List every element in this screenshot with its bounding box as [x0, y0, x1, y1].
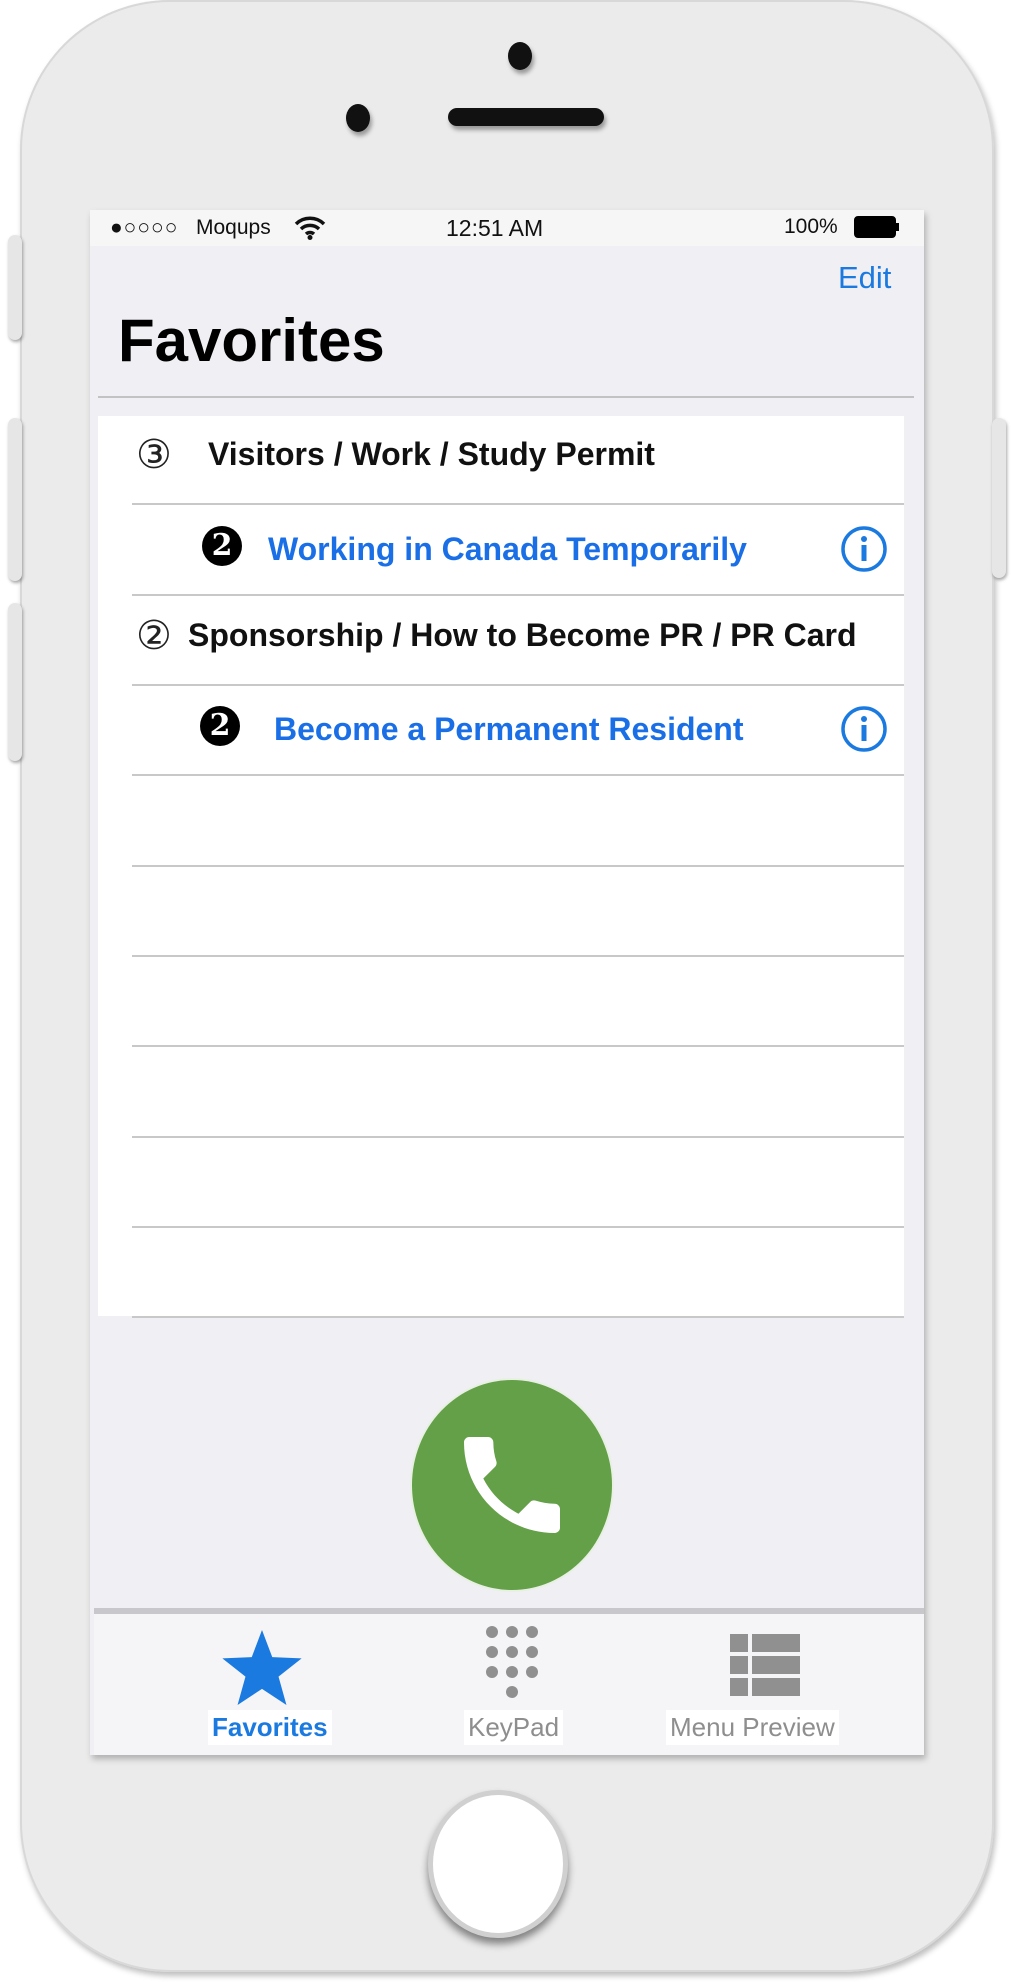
row-separator: [132, 774, 904, 776]
list-item-row[interactable]: 2 Working in Canada Temporarily: [98, 507, 904, 596]
battery-icon: [854, 216, 899, 238]
row-separator: [132, 594, 904, 596]
signal-strength: ●○○○○: [110, 216, 179, 239]
list-section-row[interactable]: ③ Visitors / Work / Study Permit: [98, 416, 904, 505]
section-label: Sponsorship / How to Become PR / PR Card: [188, 617, 857, 653]
row-separator: [132, 955, 904, 957]
power-button: [992, 418, 1006, 578]
row-separator: [132, 1045, 904, 1047]
empty-row: [98, 1229, 904, 1318]
proximity-sensor: [346, 104, 370, 132]
empty-row: [98, 958, 904, 1047]
row-separator: [132, 1136, 904, 1138]
item-number: 2: [200, 706, 240, 746]
favorites-list: ③ Visitors / Work / Study Permit 2 Worki…: [98, 416, 904, 1318]
section-label: Visitors / Work / Study Permit: [208, 436, 655, 472]
status-time: 12:51 AM: [446, 215, 544, 241]
earpiece-speaker: [448, 108, 604, 126]
screen: ●○○○○ Moqups 12:51 AM 100% Edit Favorite…: [90, 210, 924, 1755]
list-section-row[interactable]: ② Sponsorship / How to Become PR / PR Ca…: [98, 597, 904, 686]
tab-label: Menu Preview: [666, 1710, 839, 1745]
battery-percent: 100%: [784, 215, 838, 238]
item-label: Become a Permanent Resident: [274, 711, 744, 747]
item-number: 2: [202, 526, 242, 566]
home-button[interactable]: [428, 1790, 568, 1938]
keypad-icon: [486, 1626, 538, 1698]
tab-keypad[interactable]: KeyPad: [464, 1614, 594, 1755]
front-camera: [508, 42, 532, 70]
call-button[interactable]: [412, 1380, 612, 1590]
volume-down-button: [8, 603, 22, 761]
tab-favorites[interactable]: Favorites: [164, 1614, 364, 1755]
list-grid-icon: [730, 1634, 800, 1696]
empty-row: [98, 868, 904, 957]
volume-up-button: [8, 418, 22, 581]
header-divider: [98, 396, 914, 398]
carrier-name: Moqups: [196, 216, 271, 239]
tab-label: KeyPad: [464, 1710, 564, 1745]
row-separator: [132, 684, 904, 686]
empty-row: [98, 778, 904, 867]
edit-button[interactable]: Edit: [838, 260, 891, 296]
phone-icon: [464, 1437, 560, 1533]
info-icon[interactable]: [840, 525, 888, 573]
tab-menu-preview[interactable]: Menu Preview: [666, 1614, 880, 1755]
star-icon: [222, 1630, 302, 1706]
row-separator: [132, 1316, 904, 1318]
row-separator: [132, 503, 904, 505]
empty-row: [98, 1049, 904, 1138]
list-item-row[interactable]: 2 Become a Permanent Resident: [98, 687, 904, 776]
section-number: ③: [136, 433, 172, 477]
tab-bar: Favorites KeyPad Menu Preview: [94, 1614, 924, 1755]
wifi-icon: [294, 216, 326, 240]
section-number: ②: [136, 614, 172, 658]
mute-switch: [8, 235, 22, 340]
page-title: Favorites: [118, 307, 385, 374]
empty-row: [98, 1139, 904, 1228]
tab-label: Favorites: [208, 1710, 332, 1745]
info-icon[interactable]: [840, 705, 888, 753]
row-separator: [132, 865, 904, 867]
status-bar: ●○○○○ Moqups 12:51 AM 100%: [90, 210, 924, 246]
row-separator: [132, 1226, 904, 1228]
item-label: Working in Canada Temporarily: [268, 531, 747, 567]
